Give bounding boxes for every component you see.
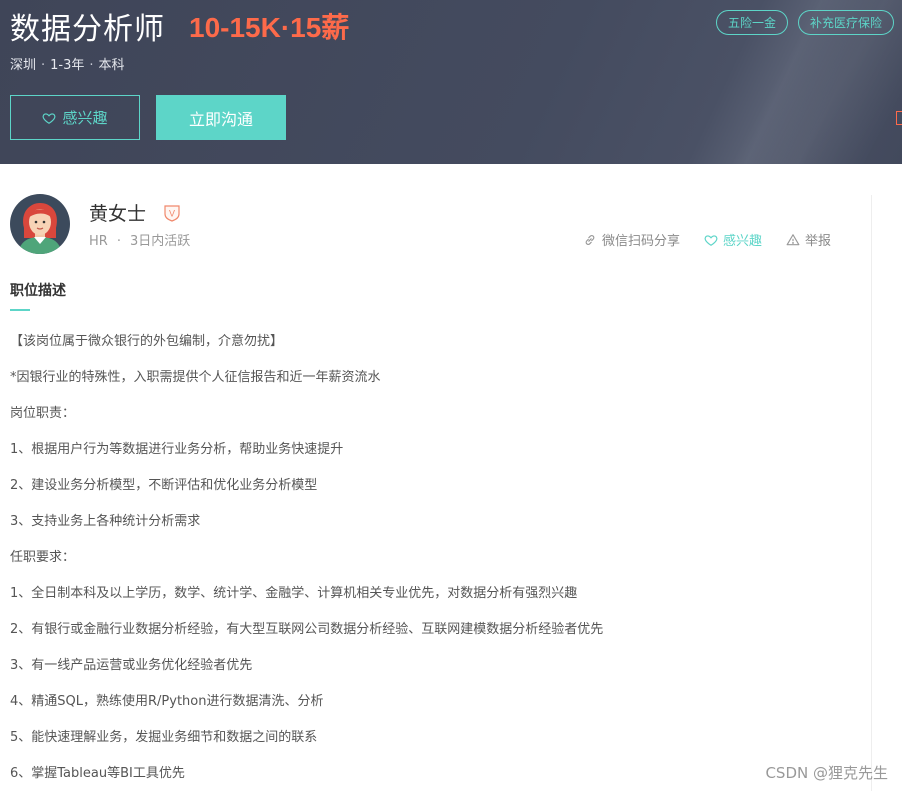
description-line: 2、有银行或金融行业数据分析经验，有大型互联网公司数据分析经验、互联网建模数据分… (10, 622, 604, 637)
description-line: *因银行业的特殊性，入职需提供个人征信报告和近一年薪资流水 (10, 370, 381, 385)
job-salary: 10-15K·15薪 (189, 12, 350, 43)
recruiter-info: HR · 3日内活跃 (89, 230, 190, 249)
interest-button[interactable]: 感兴趣 (10, 95, 140, 140)
job-experience: 1-3年 (50, 58, 85, 73)
heart-outline-icon (704, 234, 718, 246)
description-line: 2、建设业务分析模型，不断评估和优化业务分析模型 (10, 478, 318, 493)
benefit-tag: 五险一金 (715, 10, 788, 35)
description-line: 1、根据用户行为等数据进行业务分析，帮助业务快速提升 (10, 442, 344, 457)
description-line: 岗位职责： (10, 406, 76, 421)
recruiter-activity: 3日内活跃 (129, 234, 191, 249)
benefit-tag: 补充医疗保险 (797, 10, 894, 35)
chat-now-button[interactable]: 立即沟通 (156, 95, 286, 140)
description-line: 任职要求： (10, 550, 76, 565)
recruiter-avatar[interactable] (10, 194, 70, 254)
job-education: 本科 (98, 58, 125, 73)
share-wechat-link[interactable]: 微信扫码分享 (583, 230, 680, 249)
favorite-label: 感兴趣 (723, 234, 763, 249)
verify-badge-text: V (169, 209, 175, 219)
link-icon (585, 234, 595, 245)
favorite-link[interactable]: 感兴趣 (704, 230, 762, 249)
interest-button-label: 感兴趣 (62, 109, 108, 127)
description-line: 5、能快速理解业务，发掘业务细节和数据之间的联系 (10, 730, 318, 745)
csdn-watermark: CSDN @狸克先生 (765, 764, 888, 782)
verified-shield-icon: V (164, 205, 180, 222)
job-title: 数据分析师 (10, 12, 165, 47)
description-line: 3、有一线产品运营或业务优化经验者优先 (10, 658, 253, 673)
description-line: 6、掌握Tableau等BI工具优先 (10, 766, 185, 781)
job-meta: 深圳 · 1-3年 · 本科 (10, 54, 125, 73)
recruiter-separator: · (116, 234, 121, 249)
report-label: 举报 (805, 234, 832, 249)
job-actions: 微信扫码分享 感兴趣 举报 (583, 230, 831, 249)
warning-triangle-icon (786, 233, 800, 245)
description-line: 3、支持业务上各种统计分析需求 (10, 514, 201, 529)
edge-tab-marker[interactable] (896, 111, 902, 125)
description-line: 4、精通SQL，熟练使用R/Python进行数据清洗、分析 (10, 694, 324, 709)
content-divider (871, 195, 872, 791)
job-city: 深圳 (10, 58, 37, 73)
meta-separator: · (89, 58, 94, 73)
meta-separator: · (41, 58, 46, 73)
description-line: 1、全日制本科及以上学历，数学、统计学、金融学、计算机相关专业优先，对数据分析有… (10, 586, 578, 601)
section-title-job-description: 职位描述 (10, 283, 66, 299)
recruiter-role: HR (89, 234, 108, 249)
section-title-underline (10, 309, 30, 311)
benefit-tags: 五险一金 补充医疗保险 (715, 10, 894, 35)
recruiter-name: 黄女士 (89, 203, 147, 225)
heart-outline-icon (43, 112, 56, 124)
job-description: 【该岗位属于微众银行的外包编制，介意勿扰】 *因银行业的特殊性，入职需提供个人征… (10, 332, 860, 791)
job-header-banner: 数据分析师 10-15K·15薪 深圳 · 1-3年 · 本科 五险一金 补充医疗保险 … (0, 0, 902, 164)
report-link[interactable]: 举报 (786, 230, 831, 249)
share-label: 微信扫码分享 (602, 234, 681, 249)
description-line: 【该岗位属于微众银行的外包编制，介意勿扰】 (10, 334, 284, 349)
